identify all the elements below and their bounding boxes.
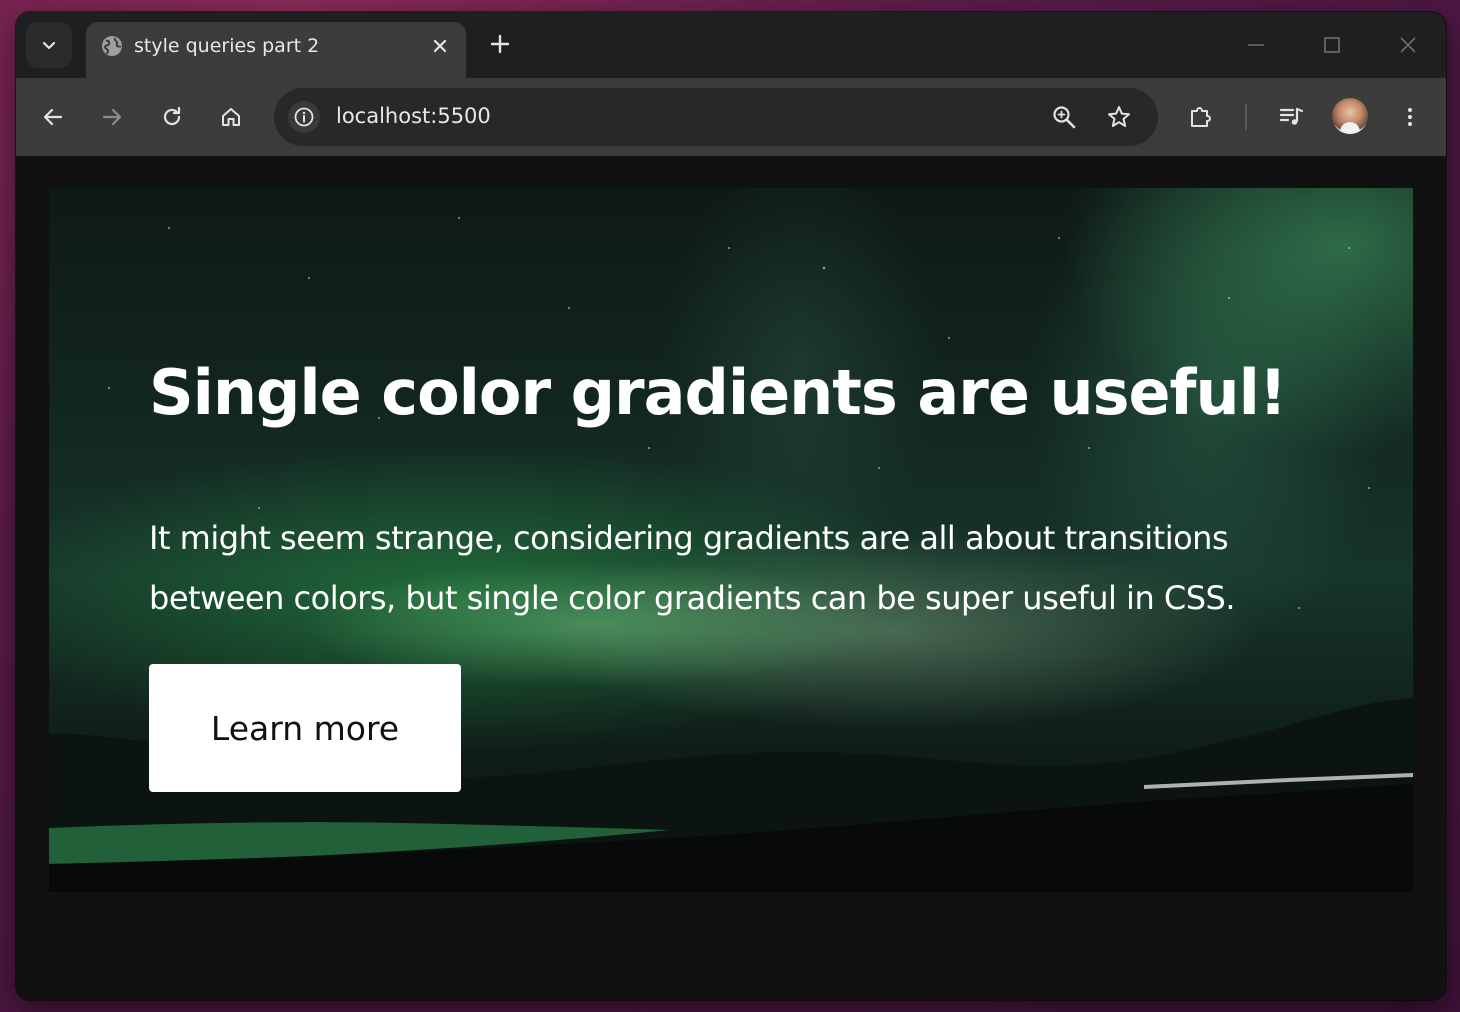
info-icon: [294, 107, 314, 127]
tab-strip: style queries part 2: [16, 12, 1446, 78]
page-viewport: Single color gradients are useful! It mi…: [16, 156, 1446, 1000]
media-button[interactable]: [1274, 100, 1308, 134]
hero-description: It might seem strange, considering gradi…: [149, 519, 1236, 617]
zoom-icon: [1053, 106, 1076, 129]
plus-icon: [490, 34, 510, 54]
tab-search-button[interactable]: [26, 22, 72, 68]
back-button[interactable]: [36, 100, 70, 134]
close-window-button[interactable]: [1393, 30, 1423, 60]
minimize-button[interactable]: [1241, 30, 1271, 60]
tab-active[interactable]: style queries part 2: [86, 22, 466, 78]
minimize-icon: [1248, 44, 1264, 46]
star-icon: [1108, 106, 1130, 127]
new-tab-button[interactable]: [484, 28, 516, 60]
globe-icon: [102, 36, 122, 56]
extensions-button[interactable]: [1184, 100, 1218, 134]
tab-close-button[interactable]: [426, 32, 454, 60]
reload-button[interactable]: [155, 100, 189, 134]
close-icon: [433, 39, 447, 53]
chevron-down-icon: [42, 41, 56, 50]
tab-title: style queries part 2: [134, 35, 320, 57]
kebab-menu-icon: [1408, 108, 1412, 126]
arrow-right-icon: [102, 108, 122, 126]
url-text[interactable]: localhost:5500: [336, 104, 491, 128]
avatar[interactable]: [1332, 98, 1368, 134]
home-button[interactable]: [214, 100, 248, 134]
learn-more-button[interactable]: Learn more: [149, 664, 461, 792]
bookmark-button[interactable]: [1103, 101, 1135, 133]
address-bar[interactable]: localhost:5500: [274, 88, 1158, 146]
media-queue-icon: [1279, 107, 1304, 125]
browser-window: style queries part 2 localhost:5500 Sing…: [16, 12, 1446, 1000]
close-icon: [1400, 37, 1416, 53]
site-info-button[interactable]: [288, 101, 320, 133]
hero-section: Single color gradients are useful! It mi…: [49, 188, 1413, 892]
reload-icon: [163, 106, 181, 126]
menu-button[interactable]: [1393, 100, 1427, 134]
hero-heading: Single color gradients are useful!: [149, 356, 1287, 429]
puzzle-icon: [1191, 107, 1211, 127]
maximize-icon: [1324, 37, 1340, 53]
maximize-button[interactable]: [1317, 30, 1347, 60]
home-icon: [222, 108, 240, 126]
forward-button[interactable]: [95, 100, 129, 134]
zoom-button[interactable]: [1048, 101, 1080, 133]
toolbar: localhost:5500: [16, 78, 1446, 156]
arrow-left-icon: [43, 108, 63, 126]
toolbar-separator: [1245, 104, 1247, 130]
